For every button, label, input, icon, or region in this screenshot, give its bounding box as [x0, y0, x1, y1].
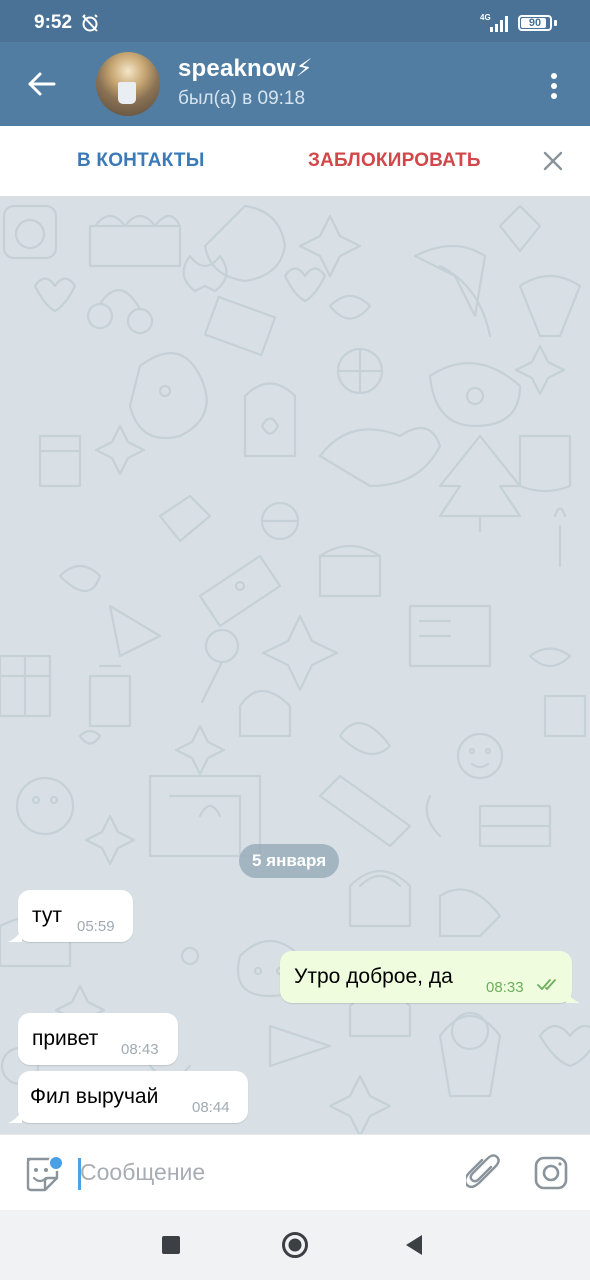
bubble-tail — [8, 928, 22, 942]
last-seen-status: был(а) в 09:18 — [178, 88, 306, 109]
notification-dot — [48, 1155, 64, 1171]
battery-tip — [554, 20, 557, 26]
message-bubble-incoming[interactable]: тут 05:59 — [18, 890, 133, 942]
bubble-tail — [8, 1109, 22, 1123]
camera-icon[interactable] — [533, 1155, 569, 1191]
message-text: привет — [32, 1027, 99, 1050]
home-button[interactable] — [281, 1231, 309, 1259]
avatar[interactable] — [96, 52, 160, 116]
back-arrow-icon[interactable] — [22, 64, 62, 104]
message-text: Утро доброе, да — [294, 965, 453, 988]
chat-title[interactable]: speaknow⚡ — [178, 54, 313, 83]
message-time: 05:59 — [77, 918, 115, 935]
battery-icon: 90 — [518, 15, 552, 31]
recent-apps-button[interactable] — [162, 1236, 180, 1254]
message-bubble-outgoing[interactable]: Утро доброе, да 08:33 — [280, 951, 572, 1003]
message-input[interactable]: Сообщение — [80, 1159, 205, 1186]
message-bubble-incoming[interactable]: Фил выручай 08:44 — [18, 1071, 248, 1123]
add-contact-button[interactable]: В КОНТАКТЫ — [77, 150, 205, 172]
message-time: 08:43 — [121, 1041, 159, 1058]
message-text: Фил выручай — [30, 1085, 159, 1108]
message-bubble-incoming[interactable]: привет 08:43 — [18, 1013, 178, 1065]
back-triangle-icon[interactable] — [404, 1234, 424, 1256]
message-list[interactable]: 5 января тут 05:59 Утро доброе, да 08:33… — [0, 196, 590, 1134]
block-user-button[interactable]: ЗАБЛОКИРОВАТЬ — [308, 150, 481, 172]
more-vert-icon[interactable] — [540, 68, 568, 104]
date-separator: 5 января — [239, 844, 340, 878]
close-icon[interactable] — [540, 148, 566, 174]
message-composer: Сообщение — [0, 1134, 590, 1210]
message-time: 08:33 — [486, 979, 524, 996]
signal-icon — [490, 16, 508, 32]
status-bar: 9:52 4G 90 — [0, 0, 590, 42]
alarm-off-icon — [82, 14, 98, 32]
message-text: тут — [32, 904, 62, 927]
double-check-icon — [537, 979, 556, 990]
contact-action-bar: В КОНТАКТЫ ЗАБЛОКИРОВАТЬ — [0, 126, 590, 196]
paperclip-icon[interactable] — [466, 1153, 500, 1191]
bubble-tail — [566, 989, 580, 1003]
status-time: 9:52 — [34, 12, 73, 33]
battery-text: 90 — [528, 17, 542, 29]
chat-header: speaknow⚡ был(а) в 09:18 — [0, 42, 590, 126]
system-nav-bar — [0, 1210, 590, 1280]
message-time: 08:44 — [192, 1099, 230, 1116]
avatar-picture — [118, 82, 136, 104]
